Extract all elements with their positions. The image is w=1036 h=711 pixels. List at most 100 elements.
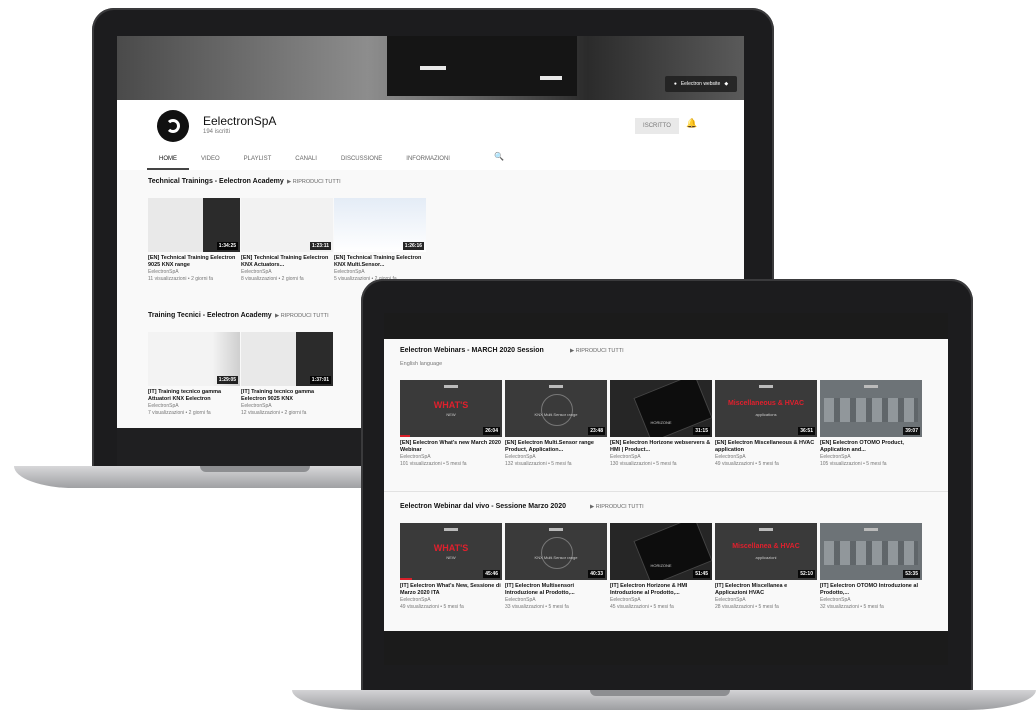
video-thumbnail[interactable]: 53:35 — [820, 523, 922, 580]
video-duration: 40:33 — [588, 570, 605, 578]
video-title[interactable]: [EN] Technical Training Eelectron 9025 K… — [148, 255, 240, 269]
video-thumbnail[interactable]: KNX Multi.Sensor range 23:48 — [505, 380, 607, 437]
video-author[interactable]: EelectronSpA — [400, 597, 502, 604]
video-thumbnail[interactable]: 1:29:05 — [148, 332, 240, 386]
video-card[interactable]: HORIZONE 31:15 [EN] Eelectron Horizone we… — [610, 380, 712, 468]
video-title[interactable]: [EN] Eelectron Multi.Sensor range Produc… — [505, 440, 607, 454]
play-all-label: RIPRODUCI TUTTI — [292, 179, 341, 185]
video-author[interactable]: EelectronSpA — [715, 597, 817, 604]
video-meta: 32 visualizzazioni • 5 mesi fa — [820, 604, 884, 610]
video-title[interactable]: [IT] Eelectron Horizone & HMI Introduzio… — [610, 583, 712, 597]
video-title[interactable]: [EN] Technical Training Eelectron KNX Mu… — [334, 255, 426, 269]
play-all-label: RIPRODUCI TUTTI — [280, 313, 329, 319]
video-author[interactable]: EelectronSpA — [820, 597, 922, 604]
video-author[interactable]: EelectronSpA — [715, 454, 817, 461]
video-thumbnail[interactable]: HORIZONE 51:45 — [610, 523, 712, 580]
tab-channels[interactable]: CANALI — [283, 152, 329, 170]
video-thumbnail[interactable]: 39:07 — [820, 380, 922, 437]
bell-icon[interactable]: 🔔 — [686, 118, 697, 129]
search-icon[interactable]: 🔍 — [494, 152, 504, 161]
video-author[interactable]: EelectronSpA — [505, 454, 607, 461]
video-title[interactable]: [EN] Eelectron What's new March 2020 Web… — [400, 440, 502, 454]
video-card[interactable]: 1:37:01 [IT] Training tecnico gamma Eele… — [241, 332, 333, 417]
video-thumbnail[interactable]: 1:26:16 — [334, 198, 426, 252]
video-thumbnail[interactable]: Miscellaneous & HVAC applications 36:51 — [715, 380, 817, 437]
section-title[interactable]: Eelectron Webinar dal vivo - Sessione Ma… — [400, 503, 566, 510]
eelectron-logo — [549, 385, 563, 388]
video-card[interactable]: 1:26:16 [EN] Technical Training Eelectro… — [334, 198, 426, 283]
video-card[interactable]: 1:23:11 [EN] Technical Training Eelectro… — [241, 198, 333, 283]
video-card[interactable]: Miscellaneous & HVAC applications 36:51 [E… — [715, 380, 817, 468]
tab-info[interactable]: INFORMAZIONI — [394, 152, 462, 170]
video-thumbnail[interactable]: WHAT'S NEW 45:46 — [400, 523, 502, 580]
progress-bar — [400, 578, 413, 580]
video-meta: 132 visualizzazioni • 5 mesi fa — [505, 461, 572, 467]
video-author[interactable]: EelectronSpA — [610, 597, 712, 604]
tab-discussion[interactable]: DISCUSSIONE — [329, 152, 394, 170]
video-author[interactable]: EelectronSpA — [505, 597, 607, 604]
channel-avatar[interactable] — [157, 110, 189, 142]
tab-home[interactable]: HOME — [147, 152, 189, 170]
video-title[interactable]: [IT] Eelectron Multisensori Introduzione… — [505, 583, 607, 597]
section-title[interactable]: Eelectron Webinars - MARCH 2020 Session — [400, 347, 544, 354]
video-author[interactable]: EelectronSpA — [610, 454, 712, 461]
video-thumbnail[interactable]: KNX Multi.Sensor range 40:33 — [505, 523, 607, 580]
video-title[interactable]: [IT] Training tecnico gamma Eelectron 90… — [241, 389, 333, 403]
video-author[interactable]: EelectronSpA — [334, 269, 426, 276]
thumbnail-headline: Miscellanea & HVAC — [732, 543, 800, 550]
video-card[interactable]: KNX Multi.Sensor range 23:48 [EN] Eelectr… — [505, 380, 607, 468]
video-thumbnail[interactable]: WHAT'S NEW 26:04 — [400, 380, 502, 437]
laptop-front-notch — [590, 690, 730, 696]
section-title[interactable]: Training Tecnici - Eelectron Academy — [148, 312, 272, 319]
video-thumbnail[interactable]: 1:34:25 — [148, 198, 240, 252]
tab-video[interactable]: VIDEO — [189, 152, 232, 170]
video-card[interactable]: Miscellanea & HVAC applicazioni 52:10 [IT]… — [715, 523, 817, 611]
video-duration: 45:46 — [483, 570, 500, 578]
video-title[interactable]: [EN] Eelectron Horizone webservers & HMI… — [610, 440, 712, 454]
play-all-button[interactable]: ▶ RIPRODUCI TUTTI — [287, 179, 341, 185]
video-card[interactable]: WHAT'S NEW 45:46 [IT] Eelectron What's New… — [400, 523, 502, 611]
video-title[interactable]: [IT] Eelectron What's New, Sessione di M… — [400, 583, 502, 597]
video-title[interactable]: [EN] Technical Training Eelectron KNX Ac… — [241, 255, 333, 269]
video-author[interactable]: EelectronSpA — [241, 269, 333, 276]
video-card[interactable]: 53:35 [IT] Eelectron OTOMO Introduzione … — [820, 523, 922, 611]
play-all-button[interactable]: ▶ RIPRODUCI TUTTI — [275, 313, 329, 319]
video-card[interactable]: KNX Multi.Sensor range 40:33 [IT] Eelectr… — [505, 523, 607, 611]
section-title[interactable]: Technical Trainings - Eelectron Academy — [148, 178, 284, 185]
channel-header: EelectronSpA 194 iscritti ISCRITTO 🔔 HOM… — [117, 100, 744, 170]
thumbnail-caption: NEW — [446, 555, 456, 560]
video-author[interactable]: EelectronSpA — [820, 454, 922, 461]
video-meta: 11 visualizzazioni • 2 giorni fa — [148, 276, 214, 282]
video-thumbnail[interactable]: Miscellanea & HVAC applicazioni 52:10 — [715, 523, 817, 580]
video-author[interactable]: EelectronSpA — [148, 403, 240, 410]
video-author[interactable]: EelectronSpA — [148, 269, 240, 276]
video-author[interactable]: EelectronSpA — [241, 403, 333, 410]
video-thumbnail[interactable]: 1:23:11 — [241, 198, 333, 252]
play-all-button[interactable]: ▶ RIPRODUCI TUTTI — [570, 348, 624, 354]
thumbnail-caption: applicazioni — [755, 555, 777, 560]
product-graphic — [824, 541, 918, 565]
eelectron-logo — [549, 528, 563, 531]
bottom-dark-band — [384, 631, 948, 665]
video-thumbnail[interactable]: 1:37:01 — [241, 332, 333, 386]
video-title[interactable]: [IT] Training tecnico gamma Attuatori KN… — [148, 389, 240, 403]
video-card[interactable]: 1:29:05 [IT] Training tecnico gamma Attu… — [148, 332, 240, 417]
video-title[interactable]: [IT] Eelectron OTOMO Introduzione al Pro… — [820, 583, 922, 597]
subscribe-button[interactable]: ISCRITTO — [635, 118, 679, 134]
video-thumbnail[interactable]: HORIZONE 31:15 — [610, 380, 712, 437]
thumbnail-caption: HORIZONE — [650, 420, 672, 425]
video-card[interactable]: 39:07 [EN] Eelectron OTOMO Product, Appl… — [820, 380, 922, 468]
video-card[interactable]: WHAT'S NEW 26:04 [EN] Eelectron What's new… — [400, 380, 502, 468]
website-link[interactable]: ● Eelectron website ◆ — [665, 76, 737, 92]
thumbnail-caption: applications — [755, 412, 777, 417]
play-all-button[interactable]: ▶ RIPRODUCI TUTTI — [590, 504, 644, 510]
tab-playlist[interactable]: PLAYLIST — [232, 152, 284, 170]
play-all-label: RIPRODUCI TUTTI — [575, 348, 624, 354]
video-meta: 130 visualizzazioni • 5 mesi fa — [610, 461, 677, 467]
video-title[interactable]: [EN] Eelectron OTOMO Product, Applicatio… — [820, 440, 922, 454]
video-title[interactable]: [EN] Eelectron Miscellaneous & HVAC appl… — [715, 440, 817, 454]
video-card[interactable]: 1:34:25 [EN] Technical Training Eelectro… — [148, 198, 240, 283]
video-card[interactable]: HORIZONE 51:45 [IT] Eelectron Horizone & … — [610, 523, 712, 611]
video-author[interactable]: EelectronSpA — [400, 454, 502, 461]
video-title[interactable]: [IT] Eelectron Miscellanea e Applicazion… — [715, 583, 817, 597]
